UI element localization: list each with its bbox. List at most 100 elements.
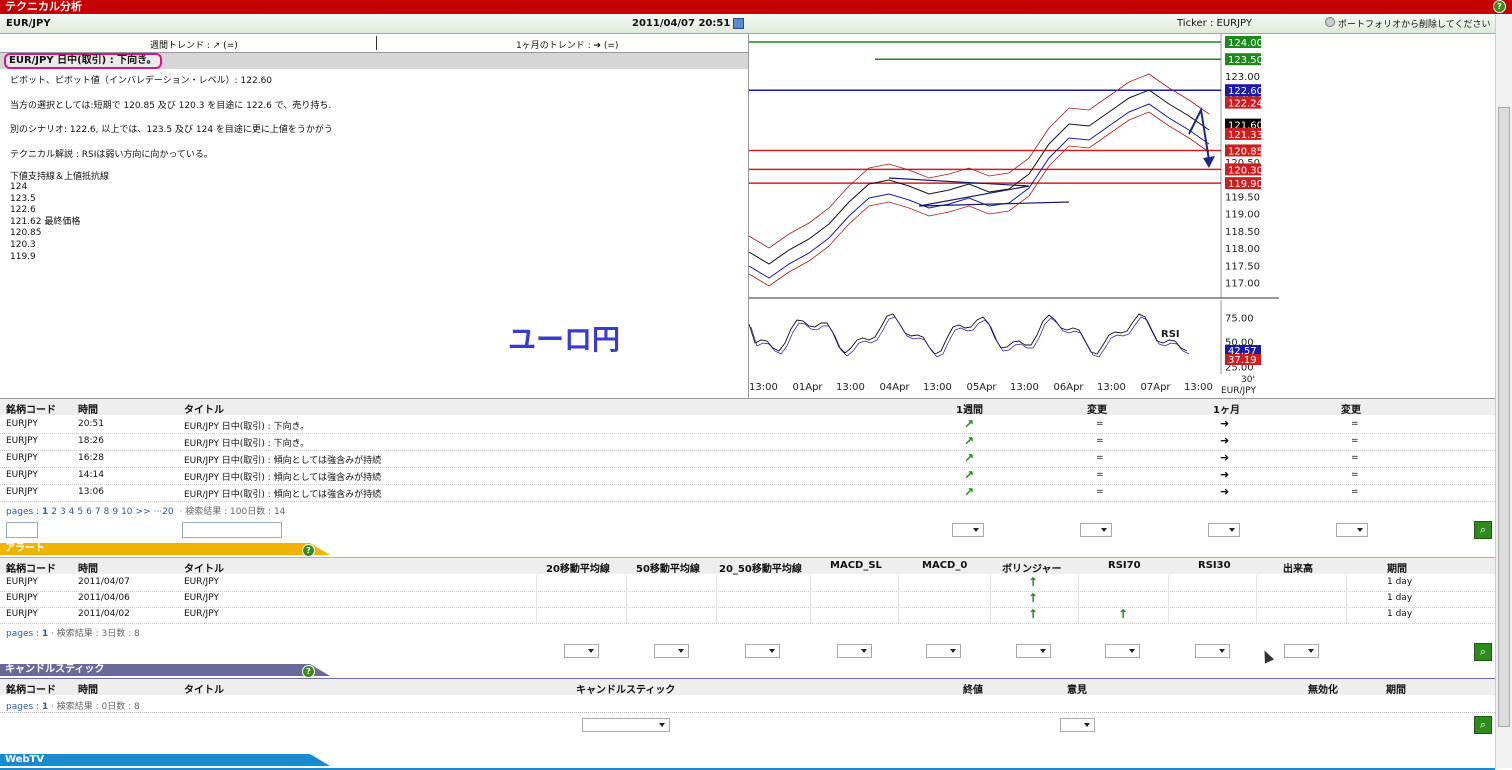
page-link[interactable]: 1 (42, 629, 48, 639)
page-link[interactable]: 7 (95, 507, 101, 517)
cell-title-link[interactable]: EUR/JPY 日中(取引) : 下向き。 (184, 436, 309, 449)
cell-time: 20:51 (78, 419, 104, 429)
cell-title-link[interactable]: EUR/JPY 日中(取引) : 下向き。 (184, 419, 309, 432)
save-icon[interactable] (733, 18, 744, 29)
alert-filter-select[interactable] (1195, 644, 1230, 658)
bollinger-up-icon: ↑ (1028, 591, 1039, 605)
table-row[interactable]: EURJPY 16:28 EUR/JPY 日中(取引) : 傾向としては強含みが持続… (0, 450, 1495, 468)
title-filter-input[interactable] (182, 522, 282, 538)
table-row[interactable]: EURJPY 2011/04/02 EUR/JPY ↑ ↑ 1 day (0, 607, 1495, 624)
help-icon[interactable]: ? (302, 665, 315, 678)
col-ma2050: 20_50移動平均線 (719, 564, 802, 575)
alert-filter-select[interactable] (1105, 644, 1140, 658)
page-link[interactable]: 2 (51, 507, 57, 517)
table-row[interactable]: EURJPY 2011/04/06 EUR/JPY ↑ 1 day (0, 591, 1495, 608)
alerts-tab[interactable]: アラート (0, 543, 330, 555)
cell-divider (898, 607, 899, 623)
cell-title-link[interactable]: EUR/JPY 日中(取引) : 傾向としては強含みが持続 (184, 453, 381, 466)
search-button[interactable]: ⌕ (1474, 521, 1492, 539)
y-tick-label: 118.50 (1225, 227, 1260, 238)
bollinger-upper-series (749, 73, 1210, 249)
cell-divider (536, 607, 537, 623)
price-level-label: 124.00 (1228, 38, 1263, 49)
candles-header: 銘柄コード 時間 タイトル キャンドルスティック 終値 意見 無効化 期間 (0, 679, 1495, 696)
cell-code: EURJPY (6, 470, 38, 480)
search-button[interactable]: ⌕ (1474, 643, 1492, 661)
change-filter-select[interactable] (1080, 523, 1112, 537)
x-tick-label: 06Apr (1054, 382, 1085, 393)
cell-code: EURJPY (6, 453, 38, 463)
table-row[interactable]: EURJPY 2011/04/07 EUR/JPY ↑ 1 day (0, 575, 1495, 592)
code-filter-input[interactable] (6, 522, 38, 538)
alert-filter-select[interactable] (745, 644, 780, 658)
cell-title-link[interactable]: EUR/JPY (184, 609, 219, 619)
cell-change: = (1096, 453, 1104, 463)
help-icon[interactable]: ? (1493, 0, 1506, 13)
pages-label: pages : (6, 629, 40, 639)
alert-filter-select[interactable] (564, 644, 599, 658)
page-link[interactable]: ···20 (154, 507, 174, 517)
scrollbar[interactable] (1495, 15, 1512, 768)
month-filter-select[interactable] (1208, 523, 1240, 537)
page-link[interactable]: 10 (121, 507, 132, 517)
cell-date: 2011/04/02 (78, 609, 130, 619)
col-code: 銘柄コード (6, 564, 56, 575)
result-count: · 検索結果 : 100日数 : 14 (179, 507, 286, 517)
page-link[interactable]: >> (136, 507, 151, 517)
page-link[interactable]: 9 (112, 507, 118, 517)
ticker-label: Ticker : EURJPY (1177, 18, 1252, 29)
table-row[interactable]: EURJPY 20:51 EUR/JPY 日中(取引) : 下向き。 ↗ = ➜ = (0, 416, 1495, 434)
page-link[interactable]: 6 (86, 507, 92, 517)
cell-divider (810, 575, 811, 591)
price-level-label: 121.33 (1228, 130, 1263, 141)
cell-change: = (1351, 487, 1359, 497)
week-filter-select[interactable] (952, 523, 984, 537)
alert-filter-select[interactable] (654, 644, 689, 658)
alert-filter-select[interactable] (926, 644, 961, 658)
alert-filter-select[interactable] (1016, 644, 1051, 658)
alerts-header: 銘柄コード 時間 タイトル 20移動平均線 50移動平均線 20_50移動平均線… (0, 558, 1495, 575)
portfolio-icon[interactable] (1325, 17, 1335, 27)
cell-title-link[interactable]: EUR/JPY (184, 577, 219, 587)
alert-filter-select[interactable] (837, 644, 872, 658)
trend-right-icon: ➜ (1220, 451, 1230, 464)
cell-divider (1256, 575, 1257, 591)
col-invalidation: 無効化 (1308, 685, 1338, 696)
cell-title-link[interactable]: EUR/JPY (184, 593, 219, 603)
alerts-pager: pages : 1 · 検索結果 : 3日数 : 8 (6, 626, 140, 639)
candles-tab[interactable]: キャンドルスティック (0, 664, 330, 676)
cell-title-link[interactable]: EUR/JPY 日中(取引) : 傾向としては強含みが持続 (184, 470, 381, 483)
candlestick-filter-select[interactable] (582, 718, 670, 732)
level-item: 121.62 最終価格 (10, 216, 81, 227)
page-link[interactable]: 1 (42, 507, 48, 517)
row-separator (0, 712, 1495, 713)
rsi-signal-series (750, 316, 1190, 358)
page-link[interactable]: 3 (60, 507, 66, 517)
page-link[interactable]: 5 (77, 507, 83, 517)
cell-change: = (1351, 419, 1359, 429)
alert-filter-select[interactable] (1284, 644, 1319, 658)
candles-pager: pages : 1 · 検索結果 : 0日数 : 8 (6, 699, 140, 712)
change-filter-select[interactable] (1336, 523, 1368, 537)
scrollbar-thumb[interactable] (1498, 107, 1510, 727)
table-row[interactable]: EURJPY 13:06 EUR/JPY 日中(取引) : 傾向としては強含みが持続… (0, 484, 1495, 502)
x-tick-label: 13:00 (923, 382, 952, 393)
price-level-label: 122.24 (1228, 99, 1263, 110)
cell-divider (898, 591, 899, 607)
page-link[interactable]: 8 (104, 507, 110, 517)
help-icon[interactable]: ? (302, 544, 315, 557)
price-level-label: 120.85 (1228, 146, 1263, 157)
page-link[interactable]: 1 (42, 702, 48, 712)
news-header: 銘柄コード 時間 タイトル 1週間 変更 1ヶ月 変更 (0, 399, 1495, 416)
rsi70-up-icon: ↑ (1118, 607, 1129, 621)
table-row[interactable]: EURJPY 14:14 EUR/JPY 日中(取引) : 傾向としては強含みが持続… (0, 467, 1495, 485)
search-button[interactable]: ⌕ (1474, 716, 1492, 734)
table-row[interactable]: EURJPY 18:26 EUR/JPY 日中(取引) : 下向き。 ↗ = ➜ = (0, 433, 1495, 451)
opinion-filter-select[interactable] (1060, 718, 1095, 732)
cell-title-link[interactable]: EUR/JPY 日中(取引) : 傾向としては強含みが持続 (184, 487, 381, 500)
remove-portfolio-link[interactable]: ポートフォリオから削除してください (1338, 17, 1490, 30)
cell-divider (1078, 591, 1079, 607)
price-level-label: 123.50 (1228, 55, 1263, 66)
webtv-tab[interactable]: WebTV (0, 754, 330, 766)
page-link[interactable]: 4 (69, 507, 75, 517)
